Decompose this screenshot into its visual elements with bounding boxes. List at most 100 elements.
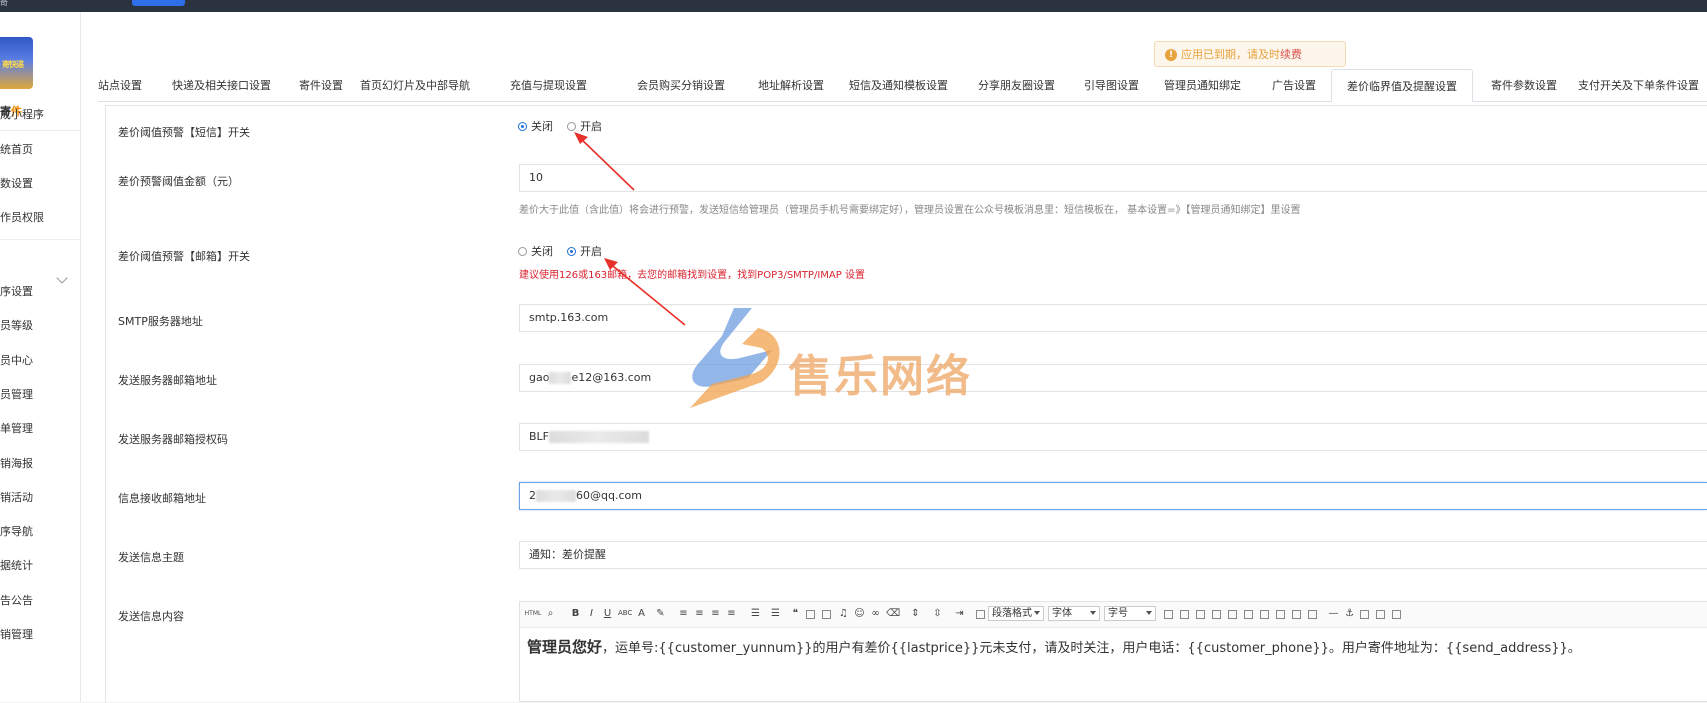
bold-icon[interactable]: B	[570, 608, 581, 619]
fullscreen-icon[interactable]	[1392, 610, 1401, 619]
horizontal-rule-icon[interactable]: —	[1328, 608, 1339, 619]
auth-code-prefix: BLF	[529, 430, 550, 443]
tab-price-diff-alert[interactable]: 差价临界值及提醒设置	[1331, 69, 1473, 102]
threshold-label: 差价预警阈值金额（元）	[118, 175, 239, 188]
sidebar-item-settings[interactable]: 数设置	[0, 175, 33, 191]
file-icon[interactable]	[822, 610, 831, 619]
sidebar-item-announcement[interactable]: 告公告	[0, 592, 33, 608]
sidebar-item-member-center[interactable]: 员中心	[0, 352, 33, 368]
table-insert-row-icon[interactable]	[1180, 610, 1189, 619]
chevron-down-icon	[1090, 611, 1096, 615]
table-delete-col-icon[interactable]	[1228, 610, 1237, 619]
music-icon[interactable]: ♫	[838, 608, 849, 619]
align-right-icon[interactable]: ≡	[710, 608, 721, 619]
sms-switch-on-radio[interactable]: 开启	[567, 118, 602, 134]
sender-email-input[interactable]: gao e12@163.com	[519, 364, 1707, 392]
table-merge-icon[interactable]	[1244, 610, 1253, 619]
table-delete-row-icon[interactable]	[1196, 610, 1205, 619]
format-painter-icon[interactable]	[976, 610, 985, 619]
mail-switch-label: 差价阈值预警【邮箱】开关	[118, 250, 250, 263]
table-insert-col-icon[interactable]	[1212, 610, 1221, 619]
highlight-color-icon[interactable]: ✎	[655, 608, 666, 619]
table-delete-icon[interactable]	[1308, 610, 1317, 619]
editor-content[interactable]: 管理员您好，运单号:{{customer_yunnum}}的用户有差价{{las…	[527, 636, 1581, 657]
mail-switch-off-radio[interactable]: 关闭	[518, 243, 553, 259]
tab-ads[interactable]: 广告设置	[1272, 69, 1316, 101]
sidebar-item-marketing[interactable]: 销管理	[0, 626, 33, 642]
top-nav-button[interactable]	[132, 0, 185, 6]
auth-code-input[interactable]: BLF	[519, 423, 1707, 451]
preview-icon[interactable]: ⌕	[545, 608, 556, 619]
sidebar-item-poster[interactable]: 销海报	[0, 455, 33, 471]
sidebar-item-activity[interactable]: 销活动	[0, 489, 33, 505]
font-size-select[interactable]: 字号	[1104, 606, 1156, 621]
receiver-email-prefix: 2	[529, 489, 536, 502]
html-source-icon[interactable]: HTML	[524, 608, 542, 619]
content-editor[interactable]: HTML ⌕ B I U ABC A ✎ ≡ ≡ ≡ ≡ ☰ ☰ ❝ ♫ ☺ ∞…	[519, 601, 1707, 702]
emoji-icon[interactable]: ☺	[854, 608, 865, 619]
ordered-list-icon[interactable]: ☰	[750, 608, 761, 619]
tab-recharge-withdraw[interactable]: 充值与提现设置	[510, 69, 587, 101]
tab-site-settings[interactable]: 站点设置	[98, 69, 142, 101]
align-justify-icon[interactable]: ≡	[726, 608, 737, 619]
content-label: 发送信息内容	[118, 610, 184, 623]
sidebar-item-permissions[interactable]: 作员权限	[0, 209, 44, 225]
blockquote-icon[interactable]: ❝	[790, 608, 801, 619]
tab-member-distribution[interactable]: 会员购买分销设置	[637, 69, 725, 101]
sidebar-divider	[0, 130, 80, 131]
tab-admin-notify[interactable]: 管理员通知绑定	[1164, 69, 1241, 101]
align-left-icon[interactable]: ≡	[678, 608, 689, 619]
print-icon[interactable]	[1376, 610, 1385, 619]
tab-shipping-settings[interactable]: 寄件设置	[299, 69, 343, 101]
strikethrough-icon[interactable]: ABC	[618, 608, 632, 619]
tab-moments-share[interactable]: 分享朋友圈设置	[978, 69, 1055, 101]
sidebar-item-program-settings[interactable]: 序设置	[0, 283, 33, 299]
table-split-icon[interactable]	[1260, 610, 1269, 619]
tab-sms-templates[interactable]: 短信及通知模板设置	[849, 69, 948, 101]
smtp-input[interactable]: smtp.163.com	[519, 304, 1707, 332]
sidebar-item-navigation[interactable]: 序导航	[0, 523, 33, 539]
tab-slides-nav[interactable]: 首页幻灯片及中部导航	[360, 69, 470, 101]
tab-express-api[interactable]: 快递及相关接口设置	[172, 69, 271, 101]
sidebar-item-member-manage[interactable]: 员管理	[0, 386, 33, 402]
sender-label: 发送服务器邮箱地址	[118, 374, 217, 387]
renew-link[interactable]: 续费	[1280, 48, 1302, 61]
receiver-email-input[interactable]: 2 60@qq.com	[519, 482, 1707, 510]
table-split-col-icon[interactable]	[1292, 610, 1301, 619]
editor-toolbar: HTML ⌕ B I U ABC A ✎ ≡ ≡ ≡ ≡ ☰ ☰ ❝ ♫ ☺ ∞…	[520, 602, 1707, 628]
radio-dot-icon	[567, 246, 576, 256]
sidebar-item-home[interactable]: 统首页	[0, 141, 33, 157]
align-center-icon[interactable]: ≡	[694, 608, 705, 619]
receiver-label: 信息接收邮箱地址	[118, 492, 206, 505]
underline-icon[interactable]: U	[602, 608, 613, 619]
sidebar-item-member-level[interactable]: 员等级	[0, 317, 33, 333]
subject-input[interactable]: 通知：差价提醒	[519, 541, 1707, 569]
tab-guide-images[interactable]: 引导图设置	[1084, 69, 1139, 101]
image-icon[interactable]	[806, 610, 815, 619]
link-icon[interactable]: ∞	[870, 608, 881, 619]
tab-payment-order[interactable]: 支付开关及下单条件设置	[1578, 69, 1699, 101]
mail-switch-on-radio[interactable]: 开启	[567, 243, 602, 259]
font-family-select[interactable]: 字体	[1048, 606, 1100, 621]
eraser-icon[interactable]: ⌫	[886, 608, 900, 619]
font-color-icon[interactable]: A	[636, 608, 647, 619]
auth-code-label: 发送服务器邮箱授权码	[118, 433, 228, 446]
table-icon[interactable]	[1164, 610, 1173, 619]
tab-address-parse[interactable]: 地址解析设置	[758, 69, 824, 101]
paragraph-format-select[interactable]: 段落格式	[988, 606, 1044, 621]
tab-shipping-params[interactable]: 寄件参数设置	[1491, 69, 1557, 101]
chevron-down-icon[interactable]	[56, 272, 68, 284]
unordered-list-icon[interactable]: ☰	[770, 608, 781, 619]
sidebar-item-mini-program[interactable]: 成小程序	[0, 106, 44, 122]
sidebar-item-statistics[interactable]: 据统计	[0, 557, 33, 573]
threshold-input[interactable]: 10	[519, 164, 1707, 192]
table-split-row-icon[interactable]	[1276, 610, 1285, 619]
italic-icon[interactable]: I	[586, 608, 597, 619]
paragraph-spacing-icon[interactable]: ⇳	[932, 608, 943, 619]
text-indent-icon[interactable]: ⇥	[954, 608, 965, 619]
sidebar-item-order-manage[interactable]: 单管理	[0, 420, 33, 436]
sms-switch-off-radio[interactable]: 关闭	[518, 118, 553, 134]
anchor-icon[interactable]: ⚓	[1344, 608, 1355, 619]
template-icon[interactable]	[1360, 610, 1369, 619]
line-height-icon[interactable]: ⇕	[910, 608, 921, 619]
